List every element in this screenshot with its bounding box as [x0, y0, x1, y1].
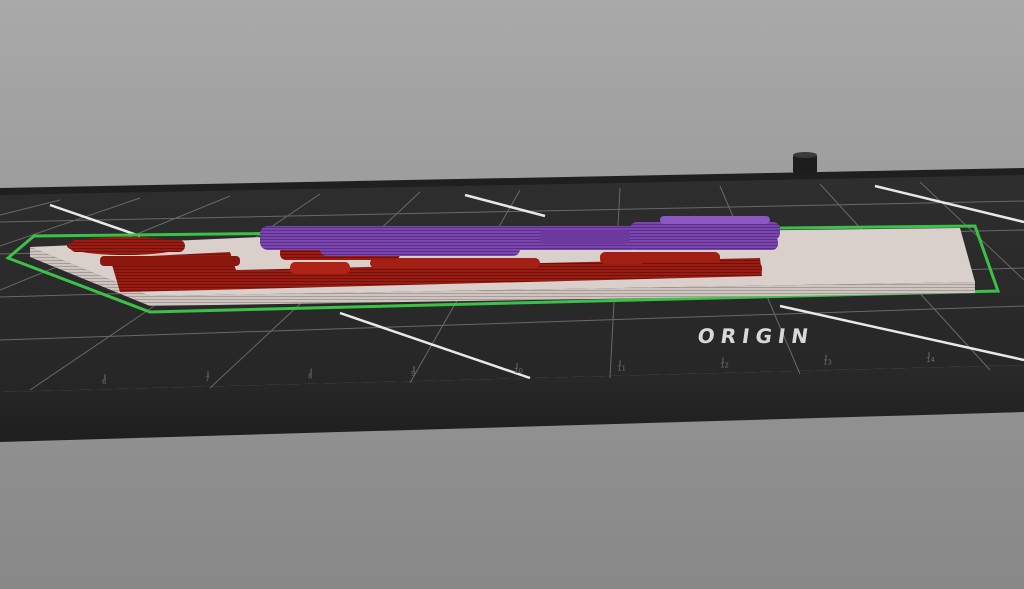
ruler-tick-label: 7 — [205, 375, 209, 383]
ruler-tick-label: 6 — [102, 378, 107, 386]
print-bed-scene: 6 7 8 9 10 11 12 13 14 ORIGIN — [0, 152, 1024, 442]
ruler-tick-label: 12 — [720, 361, 729, 369]
3d-viewport[interactable]: 6 7 8 9 10 11 12 13 14 ORIGIN — [0, 0, 1024, 589]
ruler-tick-label: 14 — [926, 356, 935, 364]
ruler-tick-label: 8 — [308, 373, 312, 381]
ruler-tick-label: 9 — [411, 370, 415, 378]
ruler-tick-label: 13 — [823, 359, 832, 367]
origin-label: ORIGIN — [696, 324, 816, 348]
bed-sensor-post — [793, 152, 817, 174]
ruler-tick-label: 10 — [514, 367, 523, 375]
ruler-tick-label: 11 — [617, 364, 626, 372]
